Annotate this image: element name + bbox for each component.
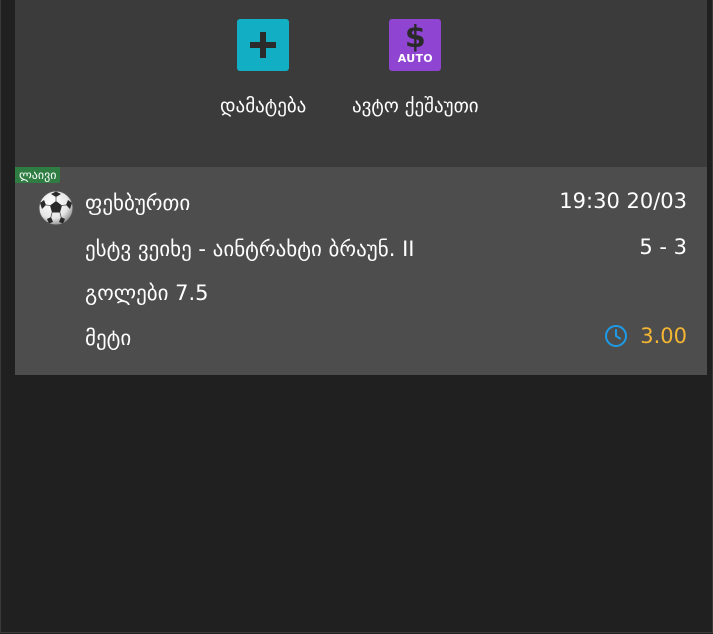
add-button[interactable]: დამატება: [220, 19, 306, 117]
soccer-ball-icon: [38, 190, 74, 226]
add-button-label: დამატება: [220, 95, 307, 117]
live-badge: ლაივი: [15, 167, 61, 183]
market-name: გოლები 7.5: [85, 281, 209, 305]
clock-icon: [605, 325, 628, 347]
dollar-symbol: $: [404, 20, 426, 55]
auto-cashout-icon: $ AUTO: [389, 19, 442, 71]
bet-card[interactable]: ლაივი ფეხბურთი 19:30 20/03 ესტვ ვეიხე - …: [15, 167, 707, 375]
match-score: 5 - 3: [639, 235, 687, 259]
match-name: ესტვ ვეიხე - აინტრახტი ბრაუნ. II: [85, 237, 415, 261]
auto-cashout-label: ავტო ქეშაუთი: [352, 95, 479, 117]
plus-icon: [237, 19, 290, 71]
league-name: ფეხბურთი: [85, 191, 191, 215]
odds-group: 3.00: [604, 324, 687, 348]
auto-cashout-button[interactable]: $ AUTO ავტო ქეშაუთი: [352, 19, 479, 117]
selection-name: მეტი: [85, 326, 132, 350]
auto-text: AUTO: [397, 52, 433, 65]
odds-value: 3.00: [640, 324, 687, 348]
actions-bar: დამატება $ AUTO ავტო ქეშაუთი: [15, 0, 707, 167]
match-datetime: 19:30 20/03: [559, 189, 687, 213]
